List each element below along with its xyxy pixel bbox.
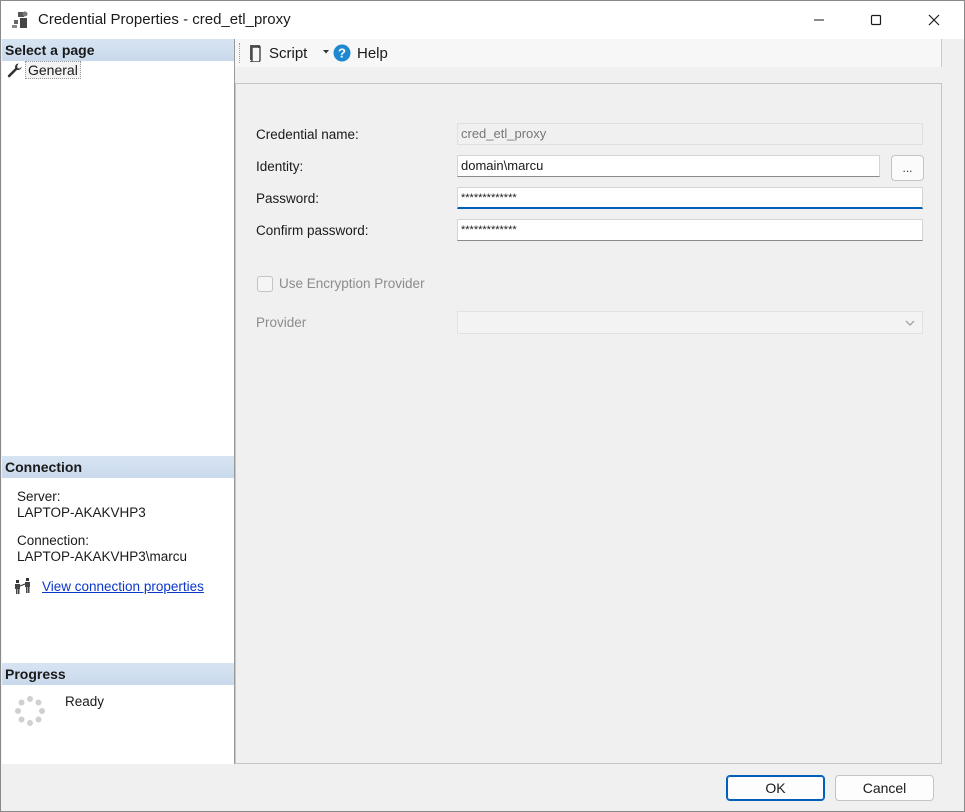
use-encryption-provider-label: Use Encryption Provider (279, 276, 425, 291)
close-button[interactable] (905, 1, 963, 39)
general-page-content: Credential name: cred_etl_proxy Identity… (235, 83, 942, 764)
maximize-button[interactable] (847, 1, 905, 39)
view-connection-properties-row: View connection properties (14, 576, 204, 596)
connection-value: LAPTOP-AKAKVHP3\marcu (17, 549, 188, 564)
close-icon (928, 14, 940, 26)
confirm-password-label: Confirm password: (256, 223, 369, 238)
server-value: LAPTOP-AKAKVHP3 (17, 505, 146, 520)
identity-label: Identity: (256, 159, 304, 174)
minimize-icon (814, 19, 824, 21)
credential-properties-dialog: Credential Properties - cred_etl_proxy S… (0, 0, 965, 812)
svg-text:?: ? (338, 46, 346, 61)
server-label: Server: (17, 489, 61, 504)
credential-name-field: cred_etl_proxy (457, 123, 923, 145)
connection-label: Connection: (17, 533, 90, 548)
toolbar: Script ? Help (235, 39, 942, 67)
ok-button[interactable]: OK (726, 775, 825, 801)
password-field[interactable]: ************* (457, 187, 923, 209)
window-title: Credential Properties - cred_etl_proxy (38, 11, 291, 28)
select-page-header: Select a page (2, 39, 234, 61)
minimize-button[interactable] (790, 1, 848, 39)
page-item-general-label: General (25, 61, 81, 79)
progress-header: Progress (2, 663, 234, 685)
credential-name-label: Credential name: (256, 127, 359, 142)
help-button[interactable]: ? Help (333, 41, 388, 65)
provider-label: Provider (256, 315, 307, 330)
script-icon (249, 45, 261, 62)
page-item-general[interactable]: General (6, 61, 81, 79)
progress-status: Ready (65, 694, 105, 709)
maximize-icon (870, 14, 882, 26)
script-button[interactable]: Script (247, 41, 307, 65)
help-icon: ? (333, 44, 351, 62)
chevron-down-icon (905, 320, 915, 326)
identity-browse-button[interactable]: ... (891, 155, 924, 181)
cancel-button[interactable]: Cancel (835, 775, 934, 801)
confirm-password-field[interactable]: ************* (457, 219, 923, 241)
help-label: Help (357, 44, 388, 62)
progress-spinner-icon (15, 696, 45, 726)
connection-header: Connection (2, 456, 234, 478)
title-bar[interactable]: Credential Properties - cred_etl_proxy (1, 1, 964, 39)
credential-icon (12, 11, 28, 28)
wrench-icon (7, 63, 22, 78)
toolbar-grip (239, 43, 241, 63)
script-dropdown-icon[interactable] (321, 47, 331, 57)
identity-field[interactable]: domain\marcu (457, 155, 880, 177)
view-connection-properties-link[interactable]: View connection properties (42, 579, 204, 594)
left-pane: Select a page General Connection Server:… (2, 39, 235, 764)
use-encryption-provider-checkbox[interactable] (257, 276, 273, 292)
password-label: Password: (256, 191, 320, 206)
provider-select[interactable] (457, 311, 923, 334)
connection-properties-icon (15, 578, 30, 594)
script-label: Script (269, 44, 308, 62)
